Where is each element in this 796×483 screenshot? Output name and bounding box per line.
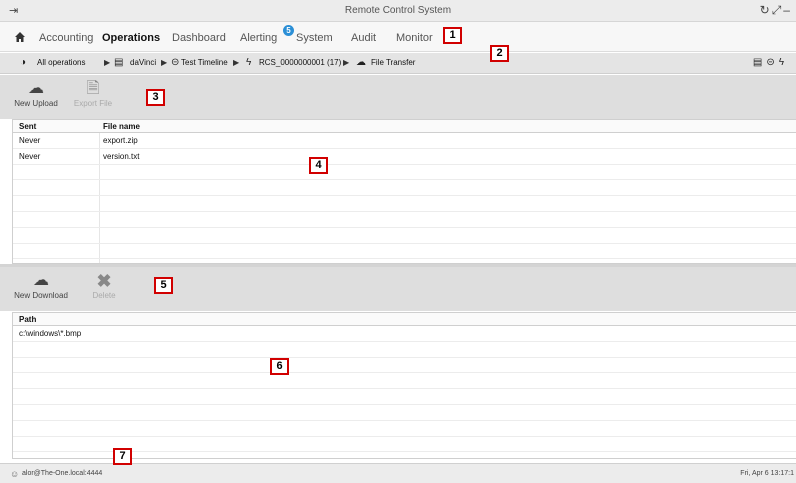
breadcrumb-agent[interactable]: RCS_0000000001 (17) [259, 58, 341, 67]
table-row[interactable]: c:\windows\*.bmp [13, 326, 796, 342]
window-controls-icon[interactable]: ↻⤢– [760, 3, 792, 18]
user-icon: ☺ [10, 469, 20, 479]
bolt-icon: ϟ [246, 57, 252, 68]
cell-file-name: version.txt [103, 151, 140, 161]
table-row-empty [13, 421, 796, 437]
menu-item-operations[interactable]: Operations [102, 32, 160, 44]
callout-3: 3 [146, 89, 165, 106]
breadcrumb-file-transfer[interactable]: File Transfer [371, 58, 415, 67]
callout-2: 2 [490, 45, 509, 62]
cell-path: c:\windows\*.bmp [19, 329, 82, 338]
delete-icon: ✖ [96, 271, 112, 291]
cloud-upload-icon: ☁ [28, 80, 44, 97]
breadcrumb-separator: ▶ [161, 58, 168, 67]
delete-button[interactable]: ✖ Delete [84, 271, 124, 300]
callout-7: 7 [113, 448, 132, 465]
table-row-empty [13, 180, 796, 197]
breadcrumb-separator: ▶ [233, 58, 240, 67]
new-download-label: New Download [14, 291, 68, 300]
cloud-download-icon: ☁ [33, 272, 49, 289]
breadcrumb-all-operations[interactable]: All operations [37, 58, 85, 67]
callout-6: 6 [270, 358, 289, 375]
table-row-empty [13, 228, 796, 244]
table-row-empty [13, 389, 796, 405]
table-row[interactable]: Never version.txt [13, 149, 796, 165]
callout-4: 4 [309, 157, 328, 174]
table-row-empty [13, 165, 796, 181]
breadcrumb-test-timeline[interactable]: Test Timeline [181, 58, 228, 67]
window-title: Remote Control System [344, 5, 452, 16]
target-icon: ⊝ [171, 57, 180, 68]
table-row-empty [13, 244, 796, 260]
export-file-label: Export File [73, 99, 113, 108]
callout-1: 1 [443, 27, 462, 44]
menu-item-alerting[interactable]: Alerting [240, 32, 277, 44]
breadcrumb-davinci[interactable]: daVinci [130, 58, 156, 67]
breadcrumb-shortcuts-icon[interactable]: ▤⊝ϟ [753, 57, 788, 68]
operations-icon: ◑ [20, 57, 27, 68]
table-row-empty [13, 212, 796, 228]
table-row-empty [13, 405, 796, 421]
menu-item-audit[interactable]: Audit [351, 32, 376, 44]
menu-item-system[interactable]: System [296, 32, 333, 44]
menu-item-dashboard[interactable]: Dashboard [172, 32, 226, 44]
table-row-empty [13, 373, 796, 390]
status-user: alor@The-One.local:4444 [22, 470, 103, 477]
table-row-empty [13, 342, 796, 358]
breadcrumb: ◑ All operations ▶ ▤ daVinci ▶ ⊝ Test Ti… [0, 53, 796, 74]
cell-file-name: export.zip [103, 136, 138, 145]
callout-5: 5 [154, 277, 173, 294]
cell-sent: Never [19, 151, 41, 161]
column-header-sent[interactable]: Sent [19, 122, 36, 131]
new-upload-label: New Upload [14, 99, 58, 108]
delete-label: Delete [92, 291, 116, 300]
main-menu: Accounting Operations Dashboard Alerting… [0, 22, 796, 52]
upload-toolbar: ☁ New Upload 🗎 Export File [0, 75, 796, 119]
breadcrumb-separator: ▶ [104, 58, 111, 67]
new-upload-button[interactable]: ☁ New Upload [10, 79, 62, 108]
table-row-empty [13, 358, 796, 374]
home-icon[interactable] [14, 31, 26, 43]
download-toolbar: ☁ New Download ✖ Delete [0, 267, 796, 311]
download-table-header: Path [13, 313, 796, 326]
download-table: Path c:\windows\*.bmp [12, 312, 796, 459]
menu-item-monitor[interactable]: Monitor [396, 32, 433, 44]
status-time: Fri, Apr 6 13:17:1 [740, 470, 794, 477]
table-row-empty [13, 196, 796, 212]
new-download-button[interactable]: ☁ New Download [10, 271, 72, 300]
folder-icon: ▤ [114, 57, 124, 68]
cloud-icon: ☁ [356, 57, 366, 68]
upload-table-header: Sent File name [13, 120, 796, 133]
upload-table: Sent File name Never export.zip Never ve… [12, 119, 796, 264]
breadcrumb-separator: ▶ [343, 58, 350, 67]
menu-item-accounting[interactable]: Accounting [39, 32, 93, 44]
alerting-badge: 5 [283, 25, 294, 36]
title-bar: ⇥ Remote Control System ↻⤢– [0, 0, 796, 22]
status-bar: ☺ alor@The-One.local:4444 Fri, Apr 6 13:… [0, 463, 796, 483]
export-file-icon: 🗎 [86, 80, 100, 97]
export-file-button[interactable]: 🗎 Export File [66, 79, 120, 108]
column-header-path[interactable]: Path [19, 315, 36, 324]
table-row[interactable]: Never export.zip [13, 133, 796, 149]
cell-sent: Never [19, 136, 41, 145]
column-header-file-name[interactable]: File name [103, 122, 140, 131]
